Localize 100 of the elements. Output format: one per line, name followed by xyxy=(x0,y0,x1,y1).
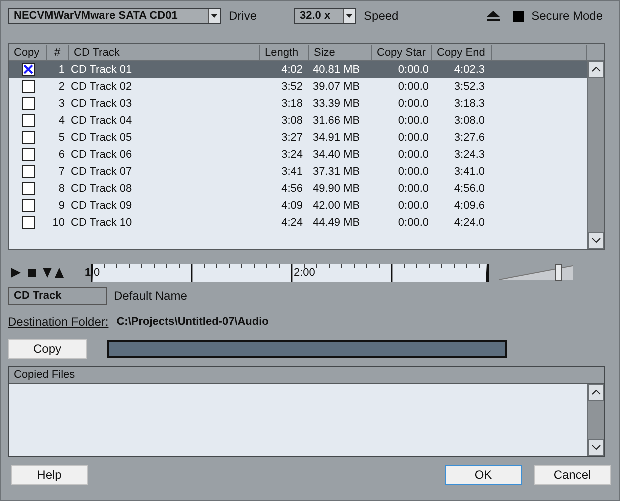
secure-mode-label: Secure Mode xyxy=(532,9,603,23)
destination-folder-link[interactable]: Destination Folder: xyxy=(8,315,109,329)
table-cell-text: 3:24 xyxy=(280,148,304,160)
table-row[interactable]: 1 CD Track 01 4:02 40.81 MB 0:00.0 4:02.3 xyxy=(9,61,587,78)
dialog-button[interactable]: OK xyxy=(445,465,522,485)
scroll-down-icon[interactable] xyxy=(588,439,604,456)
table-row[interactable]: 2 CD Track 02 3:52 39.07 MB 0:00.0 3:52.3 xyxy=(9,78,587,95)
table-cell-text: 0:00.0 xyxy=(397,182,430,194)
play-icon[interactable] xyxy=(11,268,21,278)
eject-icon[interactable] xyxy=(486,11,500,21)
checkbox[interactable] xyxy=(22,97,34,110)
scroll-up-icon[interactable] xyxy=(588,61,604,78)
table-cell-text: 5 xyxy=(58,132,66,144)
table-cell-text: 6 xyxy=(58,148,66,160)
scroll-up-icon[interactable] xyxy=(588,384,604,401)
name-field[interactable]: CD Track xyxy=(8,287,107,305)
table-cell-text: 39.07 MB xyxy=(312,80,362,92)
table-cell-text: 4:56.0 xyxy=(453,182,486,194)
checkbox[interactable] xyxy=(22,182,34,195)
table-cell-text: 0:00.0 xyxy=(397,216,430,228)
table-cell-text: 3:24.3 xyxy=(453,148,486,160)
copy-button[interactable]: Copy xyxy=(8,339,87,359)
table-cell-text: 42.00 MB xyxy=(312,200,362,212)
caret-icon xyxy=(208,9,220,23)
arrows-icon[interactable] xyxy=(43,268,65,278)
table-cell-text: 49.90 MB xyxy=(312,182,362,194)
checkbox[interactable] xyxy=(22,114,34,127)
table-cell-text: 40.81 MB xyxy=(312,64,362,76)
table-row[interactable]: 3 CD Track 03 3:18 33.39 MB 0:00.0 3:18.3 xyxy=(9,95,587,112)
speed-dropdown[interactable]: 32.0 x xyxy=(294,8,356,24)
scrollbar[interactable] xyxy=(587,61,604,249)
dialog-button[interactable]: Cancel xyxy=(534,465,611,485)
table-cell-text: CD Track 01 xyxy=(70,64,134,76)
table-cell-text: 0:00.0 xyxy=(397,132,430,144)
table-cell-text: CD Track 05 xyxy=(70,132,134,144)
marker-label: 1 xyxy=(85,267,91,279)
ruler-label: 0 xyxy=(94,267,100,279)
table-cell-text: 8 xyxy=(58,182,66,194)
table-cell-text: 4:24.0 xyxy=(453,216,486,228)
table-row[interactable]: 8 CD Track 08 4:56 49.90 MB 0:00.0 4:56.0 xyxy=(9,180,587,197)
default-name-label: Default Name xyxy=(114,289,188,303)
table-cell-text: 3 xyxy=(58,98,66,110)
table-cell-text: CD Track 06 xyxy=(70,148,134,160)
table-row[interactable]: 4 CD Track 04 3:08 31.66 MB 0:00.0 3:08.0 xyxy=(9,112,587,129)
table-cell-text: CD Track 04 xyxy=(70,114,134,126)
table-cell-text: 0:00.0 xyxy=(397,200,430,212)
table-cell-text: 0:00.0 xyxy=(397,166,430,178)
drive-dropdown[interactable]: NECVMWarVMware SATA CD01 xyxy=(8,8,221,24)
scroll-down-icon[interactable] xyxy=(588,232,604,249)
table-row[interactable]: 10 CD Track 10 4:24 44.49 MB 0:00.0 4:24.0 xyxy=(9,214,587,231)
checkbox[interactable] xyxy=(22,131,34,144)
table-row[interactable]: 6 CD Track 06 3:24 34.40 MB 0:00.0 3:24.3 xyxy=(9,146,587,163)
table-cell-text: CD Track 08 xyxy=(70,182,134,194)
caret-icon xyxy=(343,9,356,23)
table-cell-text: 37.31 MB xyxy=(312,166,362,178)
table-cell-text: 33.39 MB xyxy=(312,98,362,110)
dialog-button[interactable]: Help xyxy=(11,465,88,485)
table-cell-text: 0:00.0 xyxy=(397,148,430,160)
table-cell-text: 4:02.3 xyxy=(453,64,486,76)
table-cell-text: 10 xyxy=(52,216,66,228)
speed-label: Speed xyxy=(364,9,399,23)
checkbox[interactable] xyxy=(22,148,34,161)
table-cell-text: 34.40 MB xyxy=(312,148,362,160)
table-cell-text: CD Track 10 xyxy=(70,216,134,228)
checkbox[interactable] xyxy=(22,199,34,212)
table-cell-text: 9 xyxy=(58,200,66,212)
table-cell-text: 4:09.6 xyxy=(453,200,486,212)
table-cell-text: 3:52 xyxy=(280,80,304,92)
checkbox[interactable] xyxy=(22,80,34,93)
checkbox[interactable] xyxy=(22,165,34,178)
destination-path: C:\Projects\Untitled-07\Audio xyxy=(116,316,269,328)
table-cell-text: 3:52.3 xyxy=(453,80,486,92)
table-cell-text: 44.49 MB xyxy=(312,216,362,228)
table-row[interactable]: 5 CD Track 05 3:27 34.91 MB 0:00.0 3:27.6 xyxy=(9,129,587,146)
checkbox[interactable] xyxy=(22,216,34,229)
table-cell-text: 4:24 xyxy=(280,216,304,228)
table-cell-text: 0:00.0 xyxy=(397,98,430,110)
table-cell-text: CD Track 02 xyxy=(70,80,134,92)
table-cell-text: 3:08.0 xyxy=(453,114,486,126)
table-cell-text: 1 xyxy=(58,64,66,76)
timeline-ruler[interactable]: 0 2:00 xyxy=(91,264,489,282)
secure-mode-checkbox[interactable] xyxy=(512,10,524,22)
table-cell-text: 0:00.0 xyxy=(397,114,430,126)
table-cell-text: CD Track 09 xyxy=(70,200,134,212)
slider-thumb[interactable] xyxy=(555,264,562,281)
table-cell-text: 4:02 xyxy=(280,64,304,76)
table-cell-text: 3:27 xyxy=(280,132,304,144)
table-cell-text: 3:27.6 xyxy=(453,132,486,144)
volume-slider[interactable] xyxy=(499,265,573,281)
table-cell-text: 7 xyxy=(58,166,66,178)
table-row[interactable]: 7 CD Track 07 3:41 37.31 MB 0:00.0 3:41.0 xyxy=(9,163,587,180)
table-row[interactable]: 9 CD Track 09 4:09 42.00 MB 0:00.0 4:09.6 xyxy=(9,197,587,214)
scrollbar[interactable] xyxy=(587,384,604,456)
checkbox[interactable] xyxy=(22,63,34,76)
table-cell-text: 34.91 MB xyxy=(312,132,362,144)
table-cell-text: 3:18.3 xyxy=(453,98,486,110)
table-cell-text: 2 xyxy=(58,80,66,92)
table-cell-text: 4:09 xyxy=(280,200,304,212)
table-cell-text: 3:18 xyxy=(280,98,304,110)
table-cell-text: 0:00.0 xyxy=(397,64,430,76)
